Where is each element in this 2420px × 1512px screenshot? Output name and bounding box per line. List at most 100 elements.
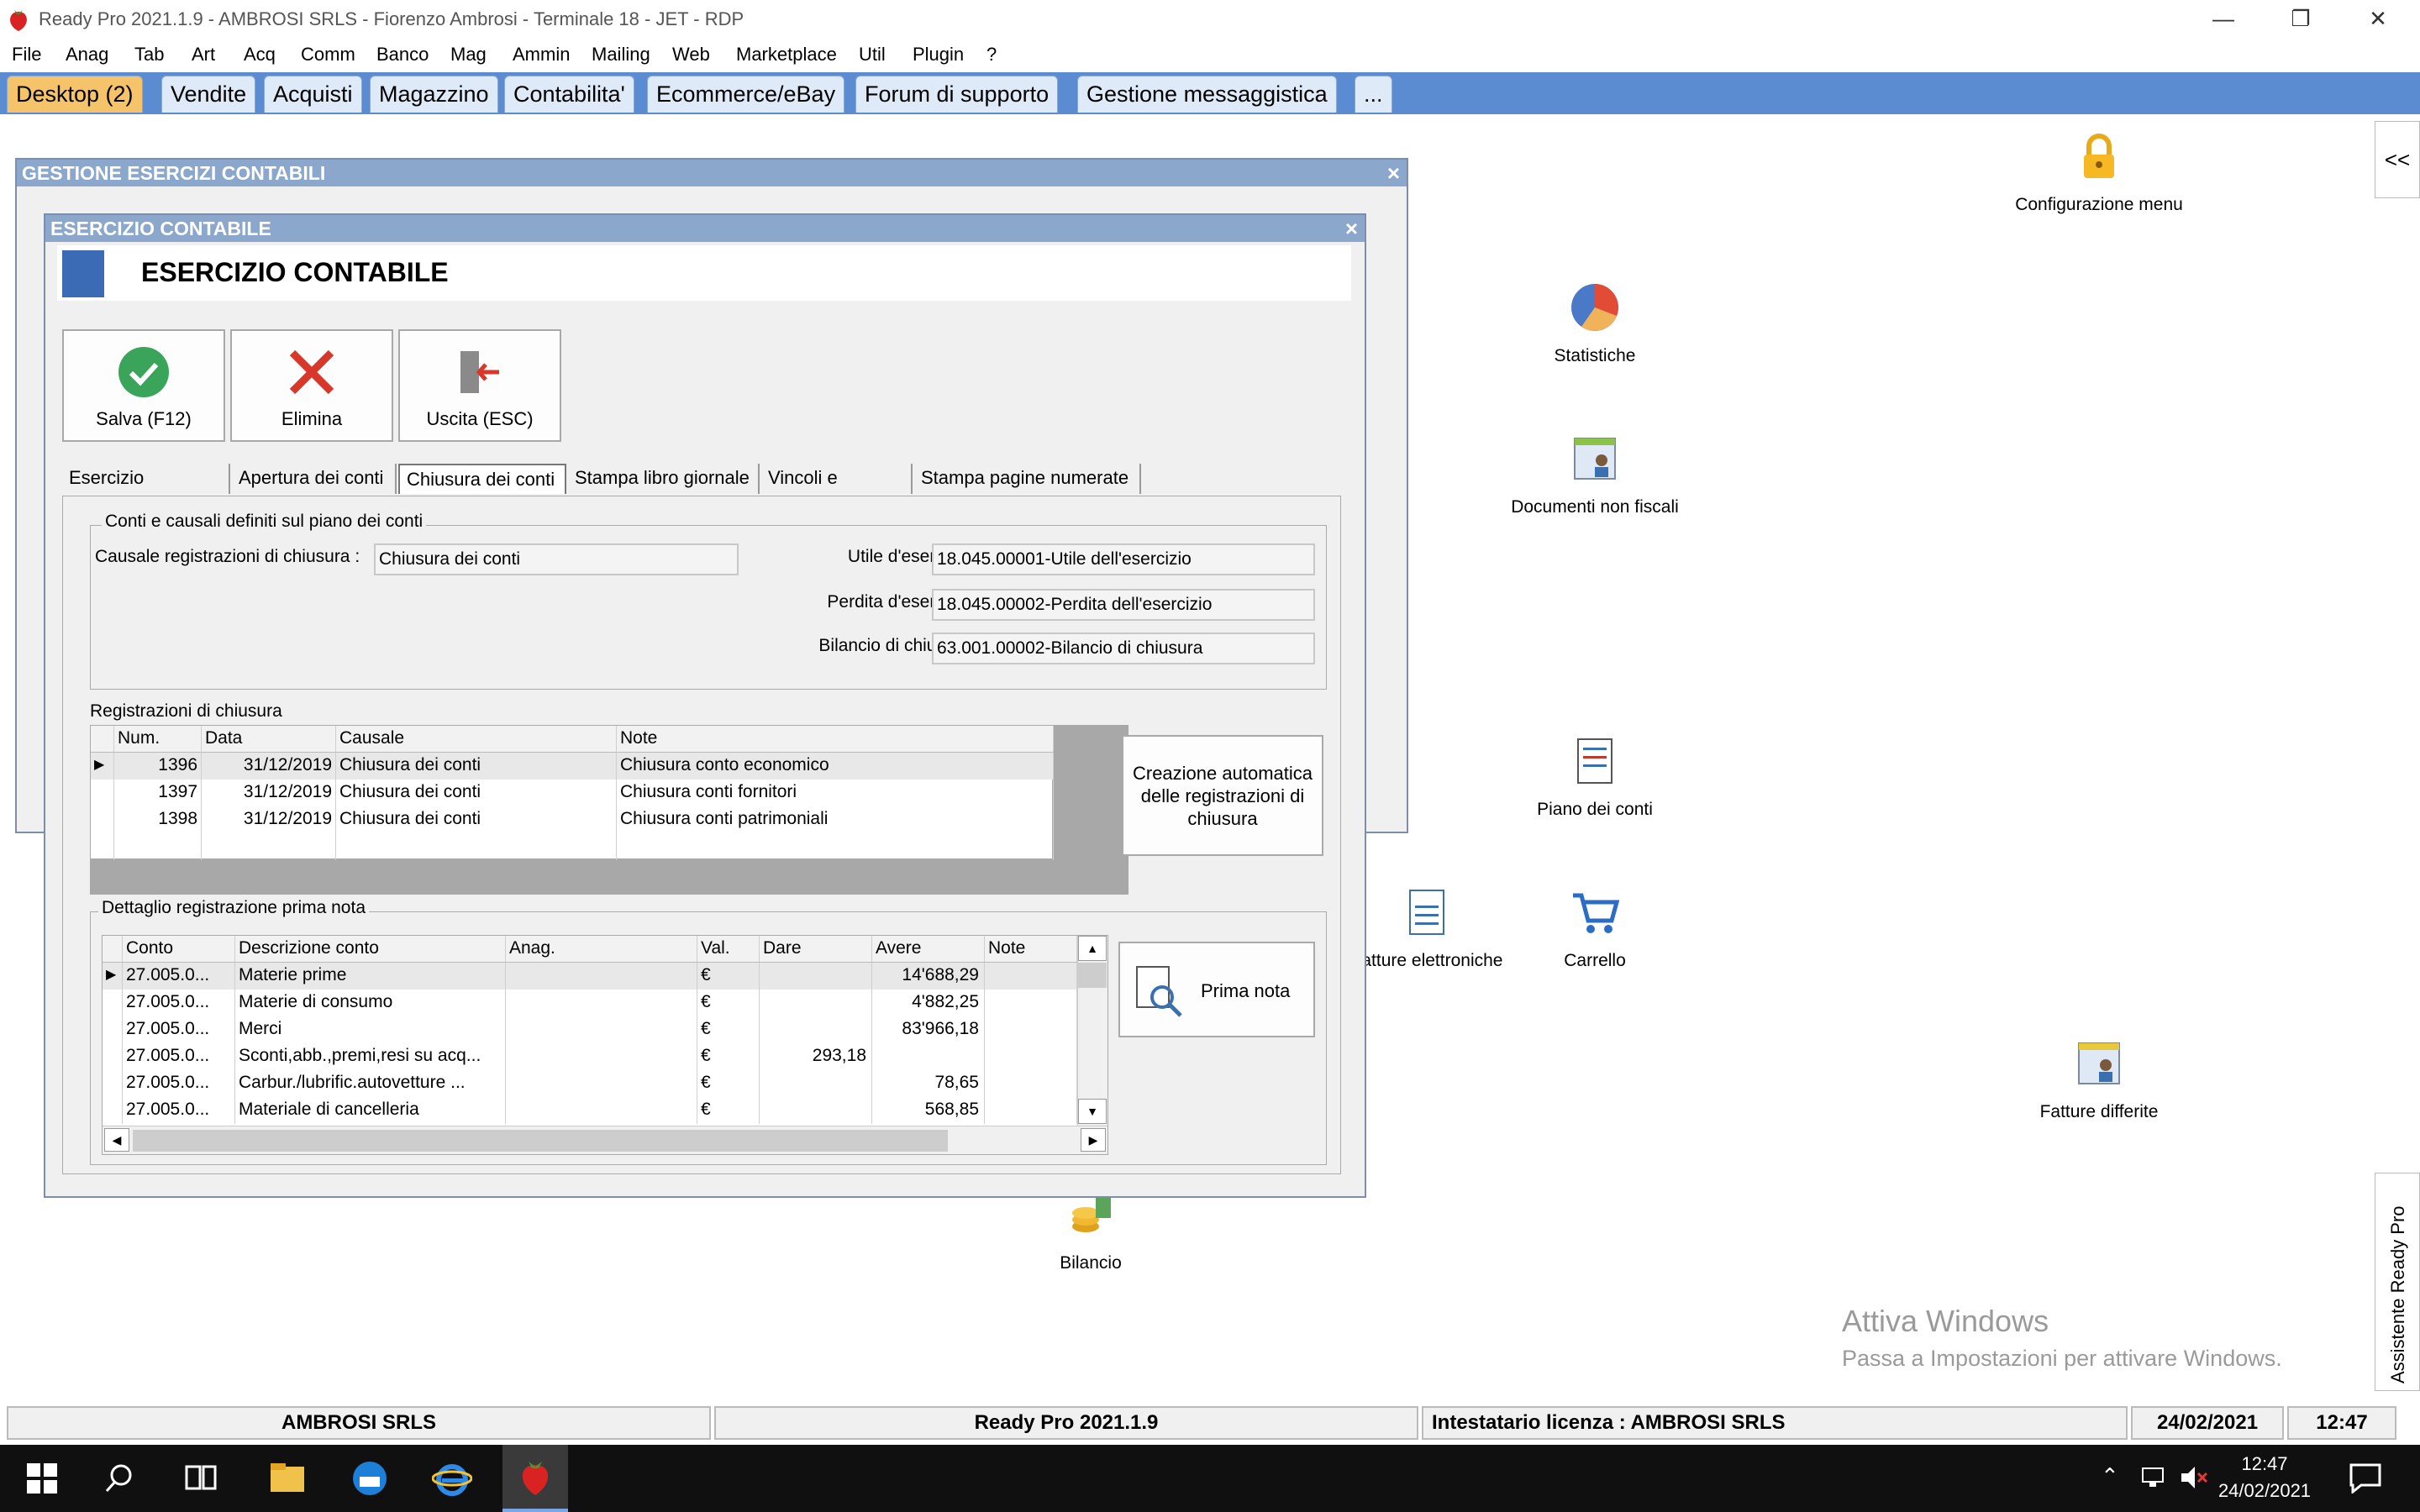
save-button[interactable]: Salva (F12) xyxy=(62,329,225,442)
menu-plugin[interactable]: Plugin xyxy=(913,44,964,66)
table-row[interactable]: ▶ 27.005.0... Materie prime €14'688,29 xyxy=(103,963,1077,990)
menu-help[interactable]: ? xyxy=(986,44,997,66)
col-causale[interactable]: Causale xyxy=(336,726,617,752)
taskbar-readypro[interactable] xyxy=(502,1445,568,1512)
auto-create-button[interactable]: Creazione automatica delle registrazioni… xyxy=(1122,735,1323,856)
close-icon[interactable]: × xyxy=(1387,160,1400,186)
tab-messaggistica[interactable]: Gestione messaggistica xyxy=(1077,76,1337,113)
vertical-scrollbar[interactable]: ▲ ▼ xyxy=(1077,936,1107,1126)
col-dare[interactable]: Dare xyxy=(760,936,872,962)
col-anag[interactable]: Anag. xyxy=(506,936,697,962)
dettaglio-grid[interactable]: Conto Descrizione conto Anag. Val. Dare … xyxy=(102,935,1108,1155)
desktop-item-config[interactable]: Configurazione menu xyxy=(2007,131,2191,215)
scroll-up-icon[interactable]: ▲ xyxy=(1078,936,1107,961)
menu-mag[interactable]: Mag xyxy=(450,44,487,66)
windows-start-icon[interactable] xyxy=(27,1463,57,1494)
tab-desktop[interactable]: Desktop (2) xyxy=(7,76,143,113)
restore-button[interactable]: ❐ xyxy=(2262,0,2339,39)
tab-chiusura[interactable]: Chiusura dei conti xyxy=(398,464,566,494)
table-row[interactable]: 27.005.0... Sconti,abb.,premi,resi su acq… xyxy=(103,1043,1077,1070)
col-num[interactable]: Num. xyxy=(114,726,202,752)
tab-vincoli[interactable]: Vincoli e controlli xyxy=(761,464,913,517)
menu-acq[interactable]: Acq xyxy=(244,44,276,66)
pie-chart-icon xyxy=(1571,284,1618,331)
tab-forum[interactable]: Forum di supporto xyxy=(855,76,1059,113)
scroll-left-icon[interactable]: ◀ xyxy=(104,1128,129,1152)
menu-mailing[interactable]: Mailing xyxy=(592,44,650,66)
minimize-button[interactable]: — xyxy=(2185,0,2262,39)
tab-apertura[interactable]: Apertura dei conti xyxy=(232,464,397,494)
desktop-item-fatture-differite[interactable]: Fatture differite xyxy=(2007,1038,2191,1122)
desktop-item-carrello[interactable]: Carrello xyxy=(1502,887,1687,971)
delete-button[interactable]: Elimina xyxy=(230,329,393,442)
close-icon[interactable]: × xyxy=(1345,215,1358,242)
prima-nota-button[interactable]: Prima nota xyxy=(1118,942,1315,1037)
tab-acquisti[interactable]: Acquisti xyxy=(264,76,362,113)
tab-more[interactable]: ... xyxy=(1355,76,1392,113)
desktop-item-piano[interactable]: Piano dei conti xyxy=(1502,736,1687,820)
scroll-thumb[interactable] xyxy=(133,1130,948,1152)
tab-stampa-pagine[interactable]: Stampa pagine numerate xyxy=(914,464,1141,494)
table-row-empty[interactable] xyxy=(91,833,1054,860)
table-row[interactable]: 27.005.0... Materie di consumo €4'882,25 xyxy=(103,990,1077,1016)
menu-web[interactable]: Web xyxy=(672,44,710,66)
col-conto[interactable]: Conto xyxy=(123,936,235,962)
desktop-item-bilancio[interactable]: Bilancio xyxy=(998,1189,1183,1273)
horizontal-scrollbar[interactable]: ◀ ▶ xyxy=(103,1126,1107,1154)
scroll-thumb[interactable] xyxy=(1078,963,1107,988)
scroll-down-icon[interactable]: ▼ xyxy=(1078,1099,1107,1124)
menu-comm[interactable]: Comm xyxy=(301,44,355,66)
menu-tab[interactable]: Tab xyxy=(134,44,164,66)
registrazioni-grid[interactable]: Num. Data Causale Note ▶ 1396 31/12/2019… xyxy=(90,725,1054,860)
task-view-icon[interactable] xyxy=(185,1463,217,1494)
table-row[interactable]: 27.005.0... Materiale di cancelleria €568,… xyxy=(103,1097,1077,1124)
menu-marketplace[interactable]: Marketplace xyxy=(736,44,837,66)
internet-explorer-icon[interactable] xyxy=(432,1458,472,1499)
tab-magazzino[interactable]: Magazzino xyxy=(370,76,498,113)
col-data[interactable]: Data xyxy=(202,726,336,752)
desktop-item-documenti[interactable]: Documenti non fiscali xyxy=(1502,433,1687,517)
table-row[interactable]: 27.005.0... Merci €83'966,18 xyxy=(103,1016,1077,1043)
menu-anag[interactable]: Anag xyxy=(66,44,108,66)
status-company: AMBROSI SRLS xyxy=(7,1406,711,1440)
close-button[interactable]: ✕ xyxy=(2339,0,2417,39)
col-note[interactable]: Note xyxy=(617,726,1054,752)
tab-esercizio-contabile[interactable]: Esercizio contabile xyxy=(62,464,230,517)
search-icon[interactable] xyxy=(104,1463,134,1494)
notification-icon[interactable] xyxy=(2349,1463,2381,1494)
delete-icon xyxy=(289,349,334,395)
side-panel-toggle[interactable]: << xyxy=(2375,121,2420,198)
utile-field[interactable]: 18.045.00001-Utile dell'esercizio xyxy=(932,543,1315,575)
tab-vendite[interactable]: Vendite xyxy=(161,76,256,113)
exit-button[interactable]: Uscita (ESC) xyxy=(398,329,561,442)
app-icon[interactable] xyxy=(351,1460,388,1497)
table-row[interactable]: 27.005.0... Carbur./lubrific.autovetture … xyxy=(103,1070,1077,1097)
col-avere[interactable]: Avere xyxy=(872,936,985,962)
col-descrizione[interactable]: Descrizione conto xyxy=(235,936,506,962)
causale-field[interactable]: Chiusura dei conti xyxy=(374,543,739,575)
scroll-right-icon[interactable]: ▶ xyxy=(1081,1128,1106,1152)
assistente-panel[interactable]: Assistente Ready Pro xyxy=(2375,1173,2420,1391)
table-row[interactable]: ▶ 1396 31/12/2019 Chiusura dei conti Chi… xyxy=(91,753,1054,780)
module-tab-bar: Desktop (2) Vendite Acquisti Magazzino C… xyxy=(0,72,2420,114)
file-explorer-icon[interactable] xyxy=(269,1462,306,1495)
tab-stampa-libro[interactable]: Stampa libro giornale xyxy=(568,464,760,494)
network-icon[interactable] xyxy=(2141,1465,2170,1490)
col-val[interactable]: Val. xyxy=(697,936,760,962)
menu-art[interactable]: Art xyxy=(192,44,215,66)
tray-chevron-icon[interactable]: ⌃ xyxy=(2101,1463,2119,1489)
tab-ecommerce[interactable]: Ecommerce/eBay xyxy=(647,76,845,113)
conti-group-title: Conti e causali definiti sul piano dei c… xyxy=(102,512,427,532)
perdita-field[interactable]: 18.045.00002-Perdita dell'esercizio xyxy=(932,589,1315,621)
menu-banco[interactable]: Banco xyxy=(376,44,429,66)
col-note[interactable]: Note xyxy=(985,936,1077,962)
table-row[interactable]: 1398 31/12/2019 Chiusura dei conti Chius… xyxy=(91,806,1054,833)
desktop-item-statistiche[interactable]: Statistiche xyxy=(1502,282,1687,366)
tab-contabilita[interactable]: Contabilita' xyxy=(504,76,634,113)
menu-file[interactable]: File xyxy=(12,44,41,66)
menu-util[interactable]: Util xyxy=(859,44,886,66)
volume-muted-icon[interactable] xyxy=(2180,1465,2210,1490)
bilancio-field[interactable]: 63.001.00002-Bilancio di chiusura xyxy=(932,633,1315,664)
menu-ammin[interactable]: Ammin xyxy=(513,44,570,66)
table-row[interactable]: 1397 31/12/2019 Chiusura dei conti Chius… xyxy=(91,780,1054,806)
